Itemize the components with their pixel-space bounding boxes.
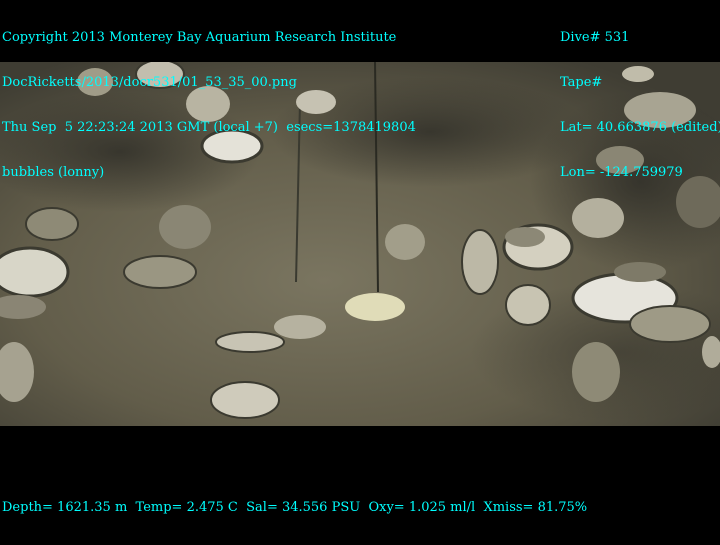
latitude-text: Lat= 40.663876 (edited): [560, 120, 720, 135]
dive-number-text: Dive# 531: [560, 30, 630, 45]
longitude-text: Lon= -124.759979: [560, 165, 683, 180]
file-path-text: DocRicketts/2013/docr531/01_53_35_00.png: [2, 75, 297, 90]
overlay-top-right: Dive# 531 Tape# Lat= 40.663876 (edited) …: [560, 0, 720, 210]
annotation-text: bubbles (lonny): [2, 165, 105, 180]
copyright-text: Copyright 2013 Monterey Bay Aquarium Res…: [2, 30, 397, 45]
sensor-readout-text: Depth= 1621.35 m Temp= 2.475 C Sal= 34.5…: [2, 500, 588, 515]
overlay-bottom: Depth= 1621.35 m Temp= 2.475 C Sal= 34.5…: [2, 470, 587, 545]
tape-number-text: Tape#: [560, 75, 603, 90]
timestamp-text: Thu Sep 5 22:23:24 2013 GMT (local +7) e…: [2, 120, 416, 135]
overlay-top-left: Copyright 2013 Monterey Bay Aquarium Res…: [2, 0, 416, 210]
video-frame: Copyright 2013 Monterey Bay Aquarium Res…: [0, 0, 720, 515]
